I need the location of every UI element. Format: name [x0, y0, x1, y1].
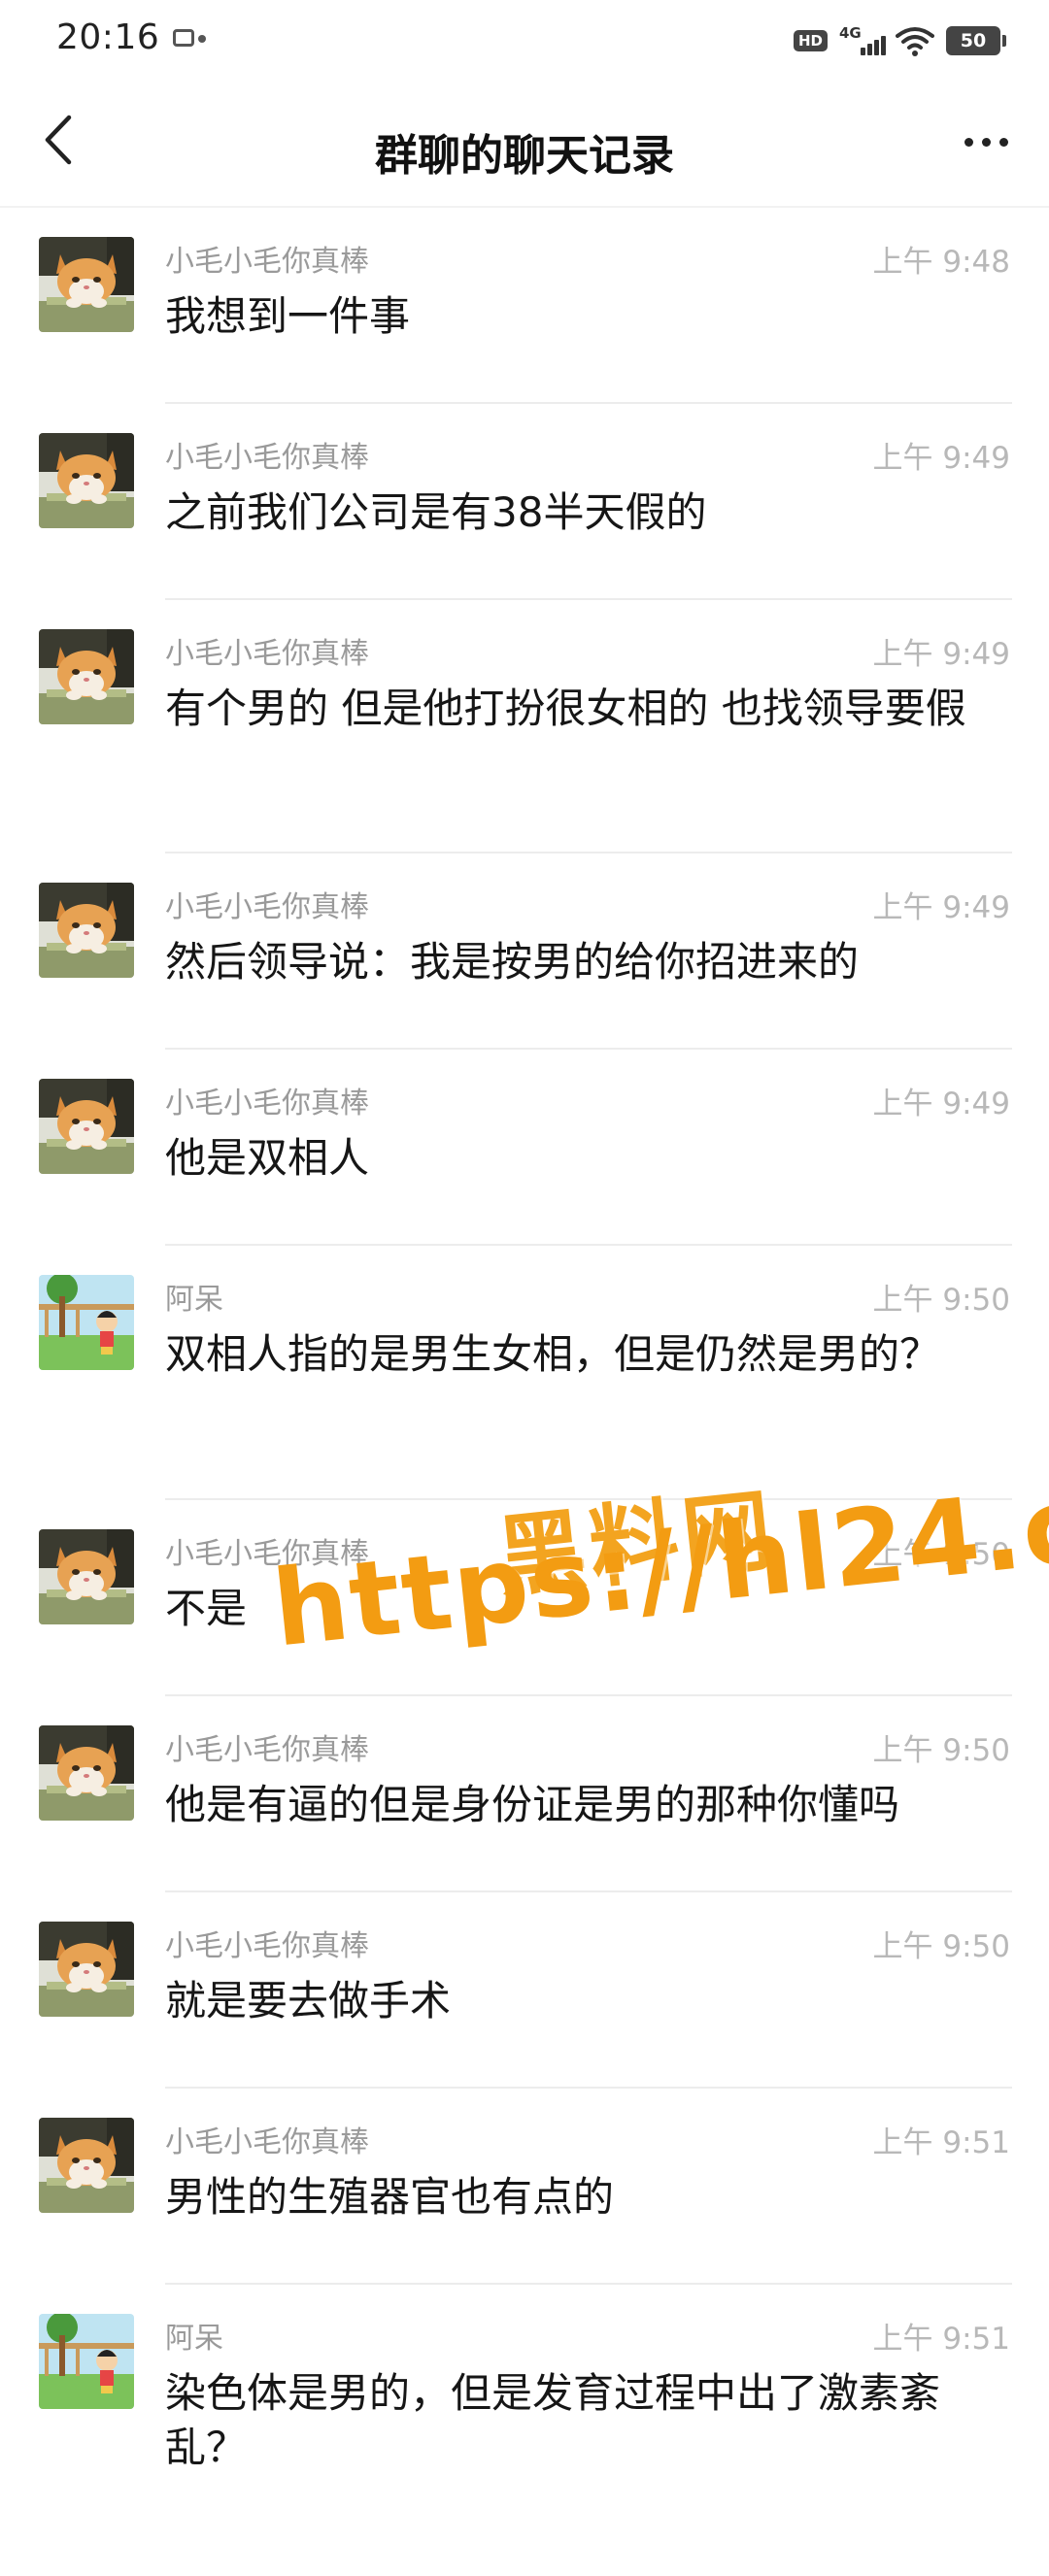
message-text: 染色体是男的，但是发育过程中出了激素紊乱？: [165, 2369, 941, 2471]
message-text: 他是双相人: [165, 1134, 370, 1182]
sender-name: 小毛小毛你真棒: [165, 441, 369, 475]
message-text: 双相人指的是男生女相，但是仍然是男的？: [165, 1330, 941, 1378]
sender-name: 小毛小毛你真棒: [165, 1087, 369, 1121]
sender-name: 小毛小毛你真棒: [165, 890, 369, 924]
status-time: 20:16: [56, 17, 160, 57]
message-time: 上午 9:49: [872, 1087, 1010, 1121]
message-item[interactable]: 小毛小毛你真棒 上午 9:49 有个男的 但是他打扮很女相的 也找领导要假: [0, 600, 1049, 853]
sender-name: 小毛小毛你真棒: [165, 1929, 369, 1963]
cellular-signal-icon: 4G: [839, 24, 886, 57]
network-type-label: 4G: [839, 24, 862, 42]
message-item[interactable]: 阿呆 上午 9:51 染色体是男的，但是发育过程中出了激素紊乱？: [0, 2285, 1049, 2576]
avatar[interactable]: [39, 629, 134, 724]
message-time: 上午 9:48: [872, 245, 1010, 280]
message-time: 上午 9:50: [872, 1283, 1010, 1318]
avatar[interactable]: [39, 1725, 134, 1821]
message-time: 上午 9:49: [872, 441, 1010, 476]
avatar[interactable]: [39, 2314, 134, 2409]
nav-bar: 群聊的聊天记录: [0, 93, 1049, 200]
notification-dot-icon: [198, 35, 206, 43]
message-item[interactable]: 小毛小毛你真棒 上午 9:50 就是要去做手术: [0, 1892, 1049, 2089]
message-text: 他是有逼的但是身份证是男的那种你懂吗: [165, 1781, 900, 1828]
message-item[interactable]: 小毛小毛你真棒 上午 9:49 然后领导说：我是按男的给你招进来的: [0, 853, 1049, 1050]
message-text: 就是要去做手术: [165, 1977, 452, 2024]
hd-icon: HD: [793, 30, 828, 51]
message-time: 上午 9:50: [872, 1929, 1010, 1964]
notification-icon: [173, 29, 194, 47]
avatar[interactable]: [39, 883, 134, 978]
message-text: 有个男的 但是他打扮很女相的 也找领导要假: [165, 685, 966, 732]
sender-name: 小毛小毛你真棒: [165, 637, 369, 671]
avatar[interactable]: [39, 1079, 134, 1174]
dot-icon: [964, 137, 973, 147]
message-time: 上午 9:49: [872, 890, 1010, 925]
sender-name: 阿呆: [165, 2322, 223, 2356]
more-options-button[interactable]: [952, 115, 1020, 169]
message-text: 我想到一件事: [165, 292, 411, 340]
avatar[interactable]: [39, 433, 134, 528]
message-time: 上午 9:50: [872, 1733, 1010, 1768]
sender-name: 阿呆: [165, 1283, 223, 1317]
message-item[interactable]: 小毛小毛你真棒 上午 9:50 他是有逼的但是身份证是男的那种你懂吗: [0, 1696, 1049, 1892]
sender-name: 小毛小毛你真棒: [165, 1733, 369, 1767]
status-icons: HD 4G 50: [793, 21, 1006, 60]
message-text: 男性的生殖器官也有点的: [165, 2173, 615, 2221]
battery-icon: 50: [946, 26, 1006, 55]
avatar[interactable]: [39, 1275, 134, 1370]
avatar[interactable]: [39, 1529, 134, 1624]
dot-icon: [998, 137, 1008, 147]
message-text: 之前我们公司是有38半天假的: [165, 488, 707, 536]
avatar[interactable]: [39, 2118, 134, 2213]
message-item[interactable]: 小毛小毛你真棒 上午 9:49 他是双相人: [0, 1050, 1049, 1246]
message-item[interactable]: 小毛小毛你真棒 上午 9:48 我想到一件事: [0, 208, 1049, 404]
avatar[interactable]: [39, 1922, 134, 2017]
message-time: 上午 9:51: [872, 2322, 1010, 2357]
message-time: 上午 9:49: [872, 637, 1010, 672]
dot-icon: [981, 137, 991, 147]
message-text: 然后领导说：我是按男的给你招进来的: [165, 938, 860, 986]
page-title: 群聊的聊天记录: [375, 131, 674, 181]
sender-name: 小毛小毛你真棒: [165, 2125, 369, 2159]
message-item[interactable]: 阿呆 上午 9:50 双相人指的是男生女相，但是仍然是男的？: [0, 1246, 1049, 1500]
message-item[interactable]: 小毛小毛你真棒 上午 9:51 男性的生殖器官也有点的: [0, 2089, 1049, 2285]
sender-name: 小毛小毛你真棒: [165, 245, 369, 279]
avatar[interactable]: [39, 237, 134, 332]
status-bar: 20:16 HD 4G 50: [0, 0, 1049, 82]
wifi-icon: [896, 27, 934, 56]
message-item[interactable]: 小毛小毛你真棒 上午 9:49 之前我们公司是有38半天假的: [0, 404, 1049, 600]
message-time: 上午 9:51: [872, 2125, 1010, 2160]
